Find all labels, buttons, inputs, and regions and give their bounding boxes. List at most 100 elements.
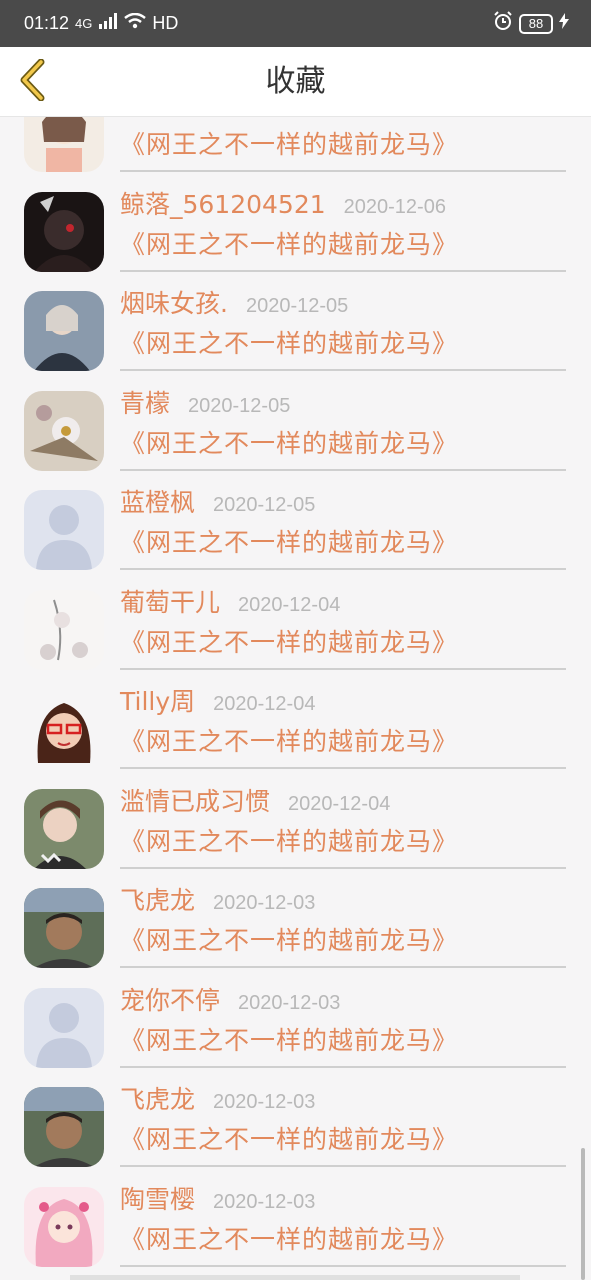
list-item[interactable]: 滥情已成习惯 2020-12-04 《网王之不一样的越前龙马》 bbox=[0, 771, 591, 871]
divider bbox=[120, 369, 566, 371]
man-photo-avatar[interactable] bbox=[24, 1087, 104, 1167]
battery-indicator: 88 bbox=[519, 13, 553, 34]
chevron-left-icon bbox=[17, 58, 47, 105]
item-text: 飞虎龙 2020-12-03 《网王之不一样的越前龙马》 bbox=[120, 1079, 566, 1159]
divider bbox=[120, 468, 566, 471]
item-header: 鲸落_561204521 2020-12-06 bbox=[120, 184, 566, 226]
header: 收藏 bbox=[0, 47, 591, 117]
item-header: 葡萄干儿 2020-12-04 bbox=[120, 582, 566, 624]
bottom-edge bbox=[70, 1275, 520, 1280]
list-item[interactable]: 烟味女孩. 2020-12-05 《网王之不一样的越前龙马》 bbox=[0, 273, 591, 373]
book-title[interactable]: 《网王之不一样的越前龙马》 bbox=[120, 823, 566, 861]
status-time: 01:12 bbox=[24, 13, 70, 33]
flower-avatar[interactable] bbox=[24, 390, 104, 471]
user-name[interactable]: 飞虎龙 bbox=[120, 880, 195, 922]
item-text: Tilly周 2020-12-04 《网王之不一样的越前龙马》 bbox=[120, 681, 566, 761]
list-item[interactable]: 古他少年我的爹2020-12-06《网王之不一样的越前龙马》 bbox=[0, 117, 591, 174]
list-item[interactable]: 蓝橙枫 2020-12-05 《网王之不一样的越前龙马》 bbox=[0, 472, 591, 572]
favorite-date: 2020-12-03 bbox=[213, 1091, 316, 1113]
favorite-date: 2020-12-05 bbox=[245, 295, 349, 317]
item-header: 陶雪樱 2020-12-03 bbox=[120, 1179, 566, 1221]
user-name[interactable]: 青檬 bbox=[120, 383, 170, 425]
book-title[interactable]: 《网王之不一样的越前龙马》 bbox=[120, 624, 566, 662]
favorite-date: 2020-12-06 bbox=[343, 195, 446, 218]
sketch-avatar[interactable] bbox=[24, 589, 104, 670]
item-header: 飞虎龙 2020-12-03 bbox=[120, 880, 566, 922]
scrollbar[interactable] bbox=[581, 1148, 585, 1280]
user-name[interactable]: 宠你不停 bbox=[120, 980, 220, 1022]
wifi-icon bbox=[124, 12, 147, 34]
book-title[interactable]: 《网王之不一样的越前龙马》 bbox=[120, 425, 566, 463]
list-item[interactable]: 陶雪樱 2020-12-03 《网王之不一样的越前龙马》 bbox=[0, 1169, 591, 1269]
list-item[interactable]: 青檬 2020-12-05 《网王之不一样的越前龙马》 bbox=[0, 373, 591, 473]
item-text: 鲸落_561204521 2020-12-06 《网王之不一样的越前龙马》 bbox=[120, 184, 566, 264]
list-item[interactable]: 葡萄干儿 2020-12-04 《网王之不一样的越前龙马》 bbox=[0, 572, 591, 672]
favorites-list[interactable]: 古他少年我的爹2020-12-06《网王之不一样的越前龙马》鲸落_5612045… bbox=[0, 117, 591, 1280]
book-title[interactable]: 《网王之不一样的越前龙马》 bbox=[120, 325, 566, 363]
item-text: 滥情已成习惯 2020-12-04 《网王之不一样的越前龙马》 bbox=[120, 781, 566, 861]
pink-anime-avatar[interactable] bbox=[24, 1186, 104, 1267]
book-title[interactable]: 《网王之不一样的越前龙马》 bbox=[120, 922, 566, 960]
page-title: 收藏 bbox=[265, 64, 326, 99]
user-name[interactable]: 烟味女孩. bbox=[120, 283, 228, 325]
book-title[interactable]: 《网王之不一样的越前龙马》 bbox=[120, 1221, 566, 1259]
book-title[interactable]: 《网王之不一样的越前龙马》 bbox=[120, 524, 566, 562]
item-text: 葡萄干儿 2020-12-04 《网王之不一样的越前龙马》 bbox=[120, 582, 566, 662]
divider bbox=[120, 767, 566, 769]
favorite-date: 2020-12-03 bbox=[238, 991, 341, 1014]
item-text: 陶雪樱 2020-12-03 《网王之不一样的越前龙马》 bbox=[120, 1179, 566, 1259]
divider bbox=[120, 667, 566, 670]
list-item[interactable]: 鲸落_561204521 2020-12-06 《网王之不一样的越前龙马》 bbox=[0, 174, 591, 274]
divider bbox=[120, 1264, 566, 1267]
book-title[interactable]: 《网王之不一样的越前龙马》 bbox=[120, 226, 566, 264]
divider bbox=[120, 1065, 566, 1068]
book-title[interactable]: 《网王之不一样的越前龙马》 bbox=[120, 126, 566, 164]
favorite-date: 2020-12-04 bbox=[288, 792, 391, 815]
user-name[interactable]: 葡萄干儿 bbox=[120, 582, 220, 624]
default-user-avatar[interactable] bbox=[24, 987, 104, 1068]
user-name[interactable]: 蓝橙枫 bbox=[120, 482, 195, 524]
item-header: 蓝橙枫 2020-12-05 bbox=[120, 482, 566, 524]
list-item[interactable]: 飞虎龙 2020-12-03 《网王之不一样的越前龙马》 bbox=[0, 870, 591, 970]
user-name[interactable]: 滥情已成习惯 bbox=[120, 781, 270, 823]
list-item[interactable]: Tilly周 2020-12-04 《网王之不一样的越前龙马》 bbox=[0, 671, 591, 771]
book-title[interactable]: 《网王之不一样的越前龙马》 bbox=[120, 723, 566, 761]
back-button[interactable] bbox=[10, 57, 54, 107]
divider bbox=[120, 568, 566, 570]
selfie-avatar[interactable] bbox=[24, 788, 104, 869]
item-header: 烟味女孩. 2020-12-05 bbox=[120, 283, 566, 325]
list-item[interactable]: 宠你不停 2020-12-03 《网王之不一样的越前龙马》 bbox=[0, 970, 591, 1070]
book-title[interactable]: 《网王之不一样的越前龙马》 bbox=[120, 1121, 566, 1159]
status-bar: 01:12 4G HD 88 bbox=[0, 0, 591, 47]
user-name[interactable]: 陶雪樱 bbox=[120, 1179, 195, 1221]
item-header: 飞虎龙 2020-12-03 bbox=[120, 1079, 566, 1121]
anime-girl-avatar[interactable] bbox=[24, 117, 104, 172]
status-left: 01:12 4G HD bbox=[24, 12, 179, 34]
favorite-date: 2020-12-05 bbox=[188, 394, 291, 417]
divider bbox=[120, 1165, 566, 1167]
default-user-avatar[interactable] bbox=[24, 490, 104, 570]
hd-indicator: HD bbox=[152, 13, 179, 33]
item-header: 滥情已成习惯 2020-12-04 bbox=[120, 781, 566, 823]
glasses-girl-avatar[interactable] bbox=[24, 689, 104, 769]
user-name[interactable]: Tilly周 bbox=[120, 681, 195, 723]
item-text: 蓝橙枫 2020-12-05 《网王之不一样的越前龙马》 bbox=[120, 482, 566, 562]
item-text: 青檬 2020-12-05 《网王之不一样的越前龙马》 bbox=[120, 383, 566, 463]
item-header: 宠你不停 2020-12-03 bbox=[120, 980, 566, 1022]
item-text: 烟味女孩. 2020-12-05 《网王之不一样的越前龙马》 bbox=[120, 283, 566, 363]
charging-icon bbox=[559, 13, 569, 34]
list-item[interactable]: 飞虎龙 2020-12-03 《网王之不一样的越前龙马》 bbox=[0, 1069, 591, 1169]
status-right: 88 bbox=[493, 11, 569, 36]
user-name[interactable]: 鲸落_561204521 bbox=[120, 184, 326, 226]
book-title[interactable]: 《网王之不一样的越前龙马》 bbox=[120, 1022, 566, 1060]
photo-girl-avatar[interactable] bbox=[24, 291, 104, 371]
divider bbox=[120, 269, 566, 272]
favorite-date: 2020-12-05 bbox=[213, 494, 316, 516]
user-name[interactable]: 古他少年我的爹 bbox=[120, 117, 295, 126]
divider bbox=[120, 170, 566, 172]
user-name[interactable]: 飞虎龙 bbox=[120, 1079, 195, 1121]
item-header: 青檬 2020-12-05 bbox=[120, 383, 566, 425]
signal-icon bbox=[98, 13, 118, 34]
man-photo-avatar[interactable] bbox=[24, 888, 104, 968]
dark-anime-avatar[interactable] bbox=[24, 191, 104, 272]
